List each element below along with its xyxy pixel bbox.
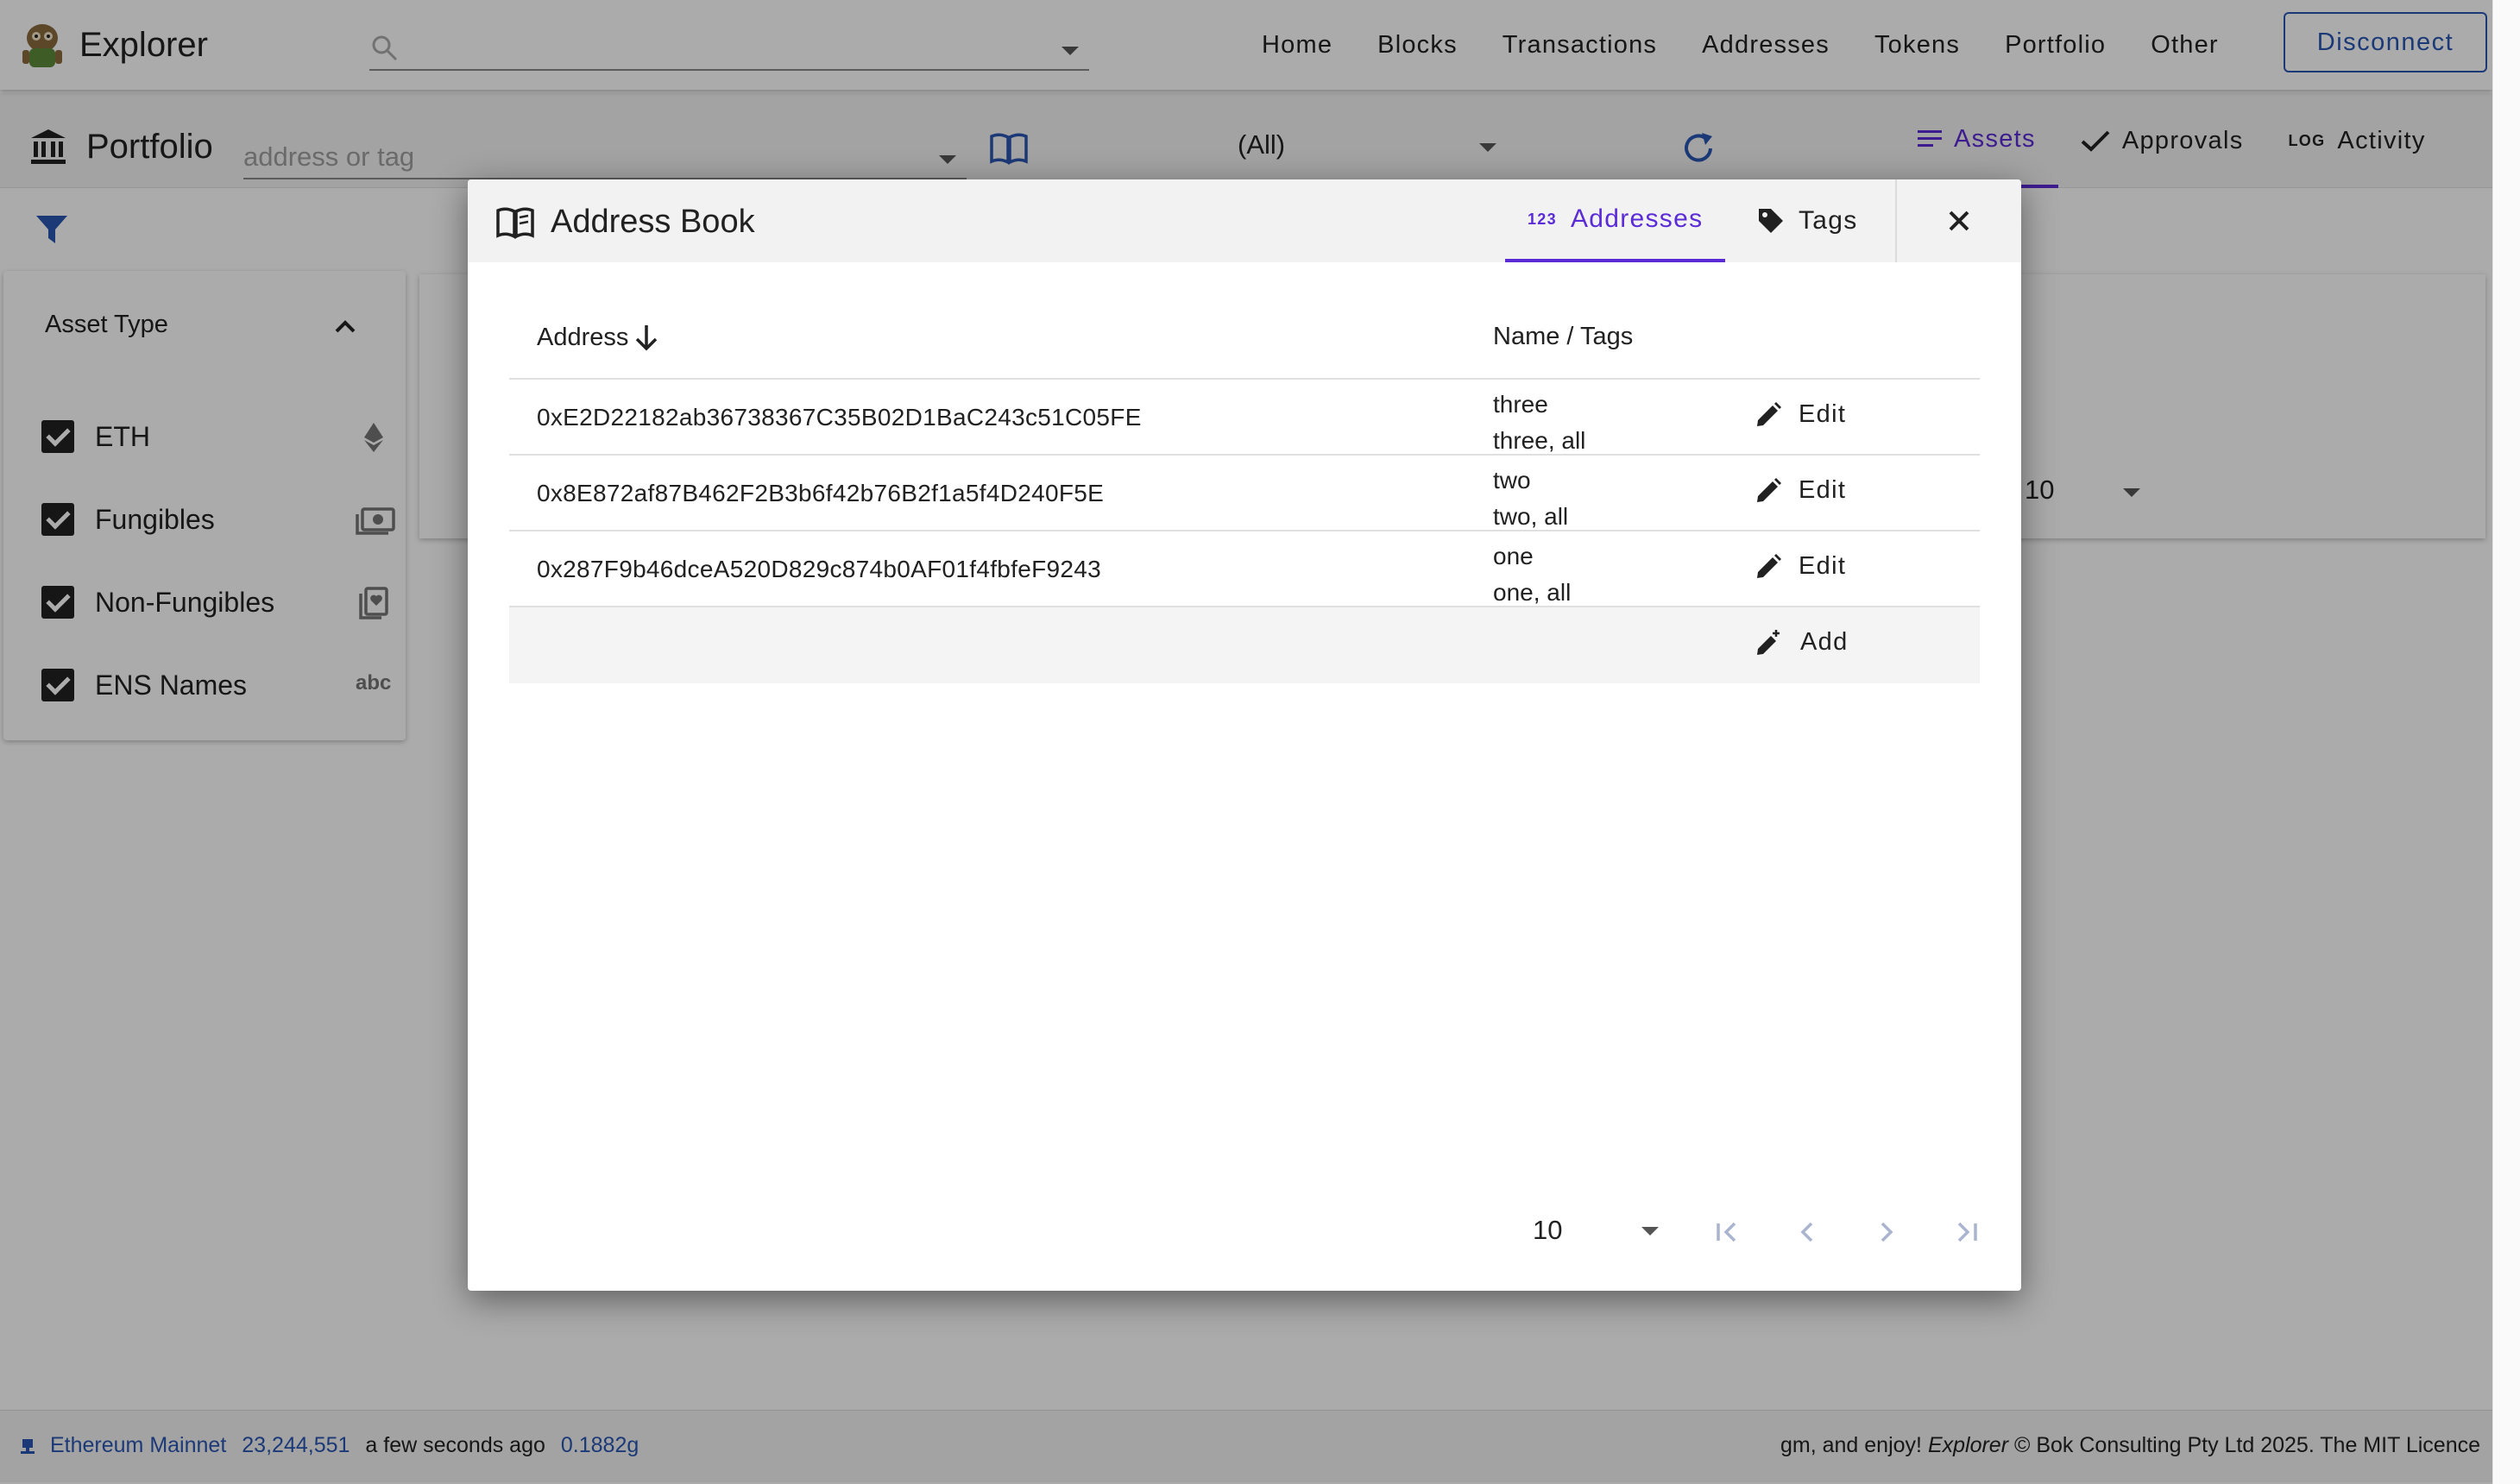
edit-label: Edit: [1799, 476, 1847, 504]
edit-button[interactable]: Edit: [1755, 476, 1846, 505]
entry-tags: two, all: [1493, 503, 1569, 530]
arrow-down-icon: [636, 325, 658, 351]
entry-name: three: [1493, 391, 1548, 418]
tab-tags-label: Tags: [1799, 206, 1858, 235]
entry-tags: three, all: [1493, 427, 1586, 454]
page-scrollbar[interactable]: [2492, 0, 2520, 1484]
name-tags-cell: two two, all: [1493, 462, 1568, 535]
address-book-icon: [496, 207, 534, 239]
tab-addresses-label: Addresses: [1570, 204, 1704, 233]
address-cell[interactable]: 0x287F9b46dceA520D829c874b0AF01f4fbfeF92…: [537, 556, 1101, 583]
name-tags-cell: one one, all: [1493, 538, 1571, 611]
entry-name: two: [1493, 467, 1531, 494]
edit-button[interactable]: Edit: [1755, 552, 1846, 581]
previous-page-icon[interactable]: [1790, 1215, 1824, 1249]
tag-icon: [1759, 209, 1783, 233]
pencil-icon: [1757, 553, 1781, 578]
entry-name: one: [1493, 543, 1534, 569]
dialog-pagination: [1710, 1215, 1983, 1249]
entry-tags: one, all: [1493, 579, 1572, 606]
dialog-title: Address Book: [551, 204, 755, 240]
column-header-address[interactable]: Address: [537, 323, 659, 352]
tab-addresses[interactable]: 123 Addresses: [1505, 179, 1726, 262]
add-label: Add: [1800, 628, 1849, 656]
address-cell[interactable]: 0xE2D22182ab36738367C35B02D1BaC243c51C05…: [537, 404, 1142, 431]
magic-pencil-icon: [1757, 629, 1780, 655]
numbers-icon: 123: [1528, 210, 1557, 228]
table-row: 0x287F9b46dceA520D829c874b0AF01f4fbfeF92…: [509, 531, 1980, 607]
address-cell[interactable]: 0x8E872af87B462F2B3b6f42b76B2f1a5f4D240F…: [537, 480, 1104, 507]
last-page-icon[interactable]: [1949, 1215, 1983, 1249]
tab-tags[interactable]: Tags: [1735, 179, 1881, 262]
column-header-name-tags: Name / Tags: [1493, 323, 1634, 350]
table-row: 0xE2D22182ab36738367C35B02D1BaC243c51C05…: [509, 380, 1980, 456]
add-row: Add: [509, 607, 1980, 683]
edit-label: Edit: [1799, 400, 1847, 428]
chevron-down-icon: [1641, 1227, 1659, 1236]
edit-label: Edit: [1799, 552, 1847, 580]
dialog-header: Address Book 123 Addresses Tags: [468, 179, 2021, 262]
edit-button[interactable]: Edit: [1755, 400, 1846, 429]
next-page-icon[interactable]: [1869, 1215, 1904, 1249]
column-header-label: Address: [537, 323, 629, 351]
address-table: Address Name / Tags 0xE2D22182ab36738367…: [509, 292, 1980, 683]
name-tags-cell: three three, all: [1493, 387, 1585, 459]
dialog-page-size-select[interactable]: 10: [1533, 1215, 1659, 1246]
address-book-dialog: Address Book 123 Addresses Tags Address: [468, 179, 2021, 1291]
table-row: 0x8E872af87B462F2B3b6f42b76B2f1a5f4D240F…: [509, 456, 1980, 531]
header-divider: [1895, 179, 1897, 262]
close-icon[interactable]: [1942, 204, 1976, 238]
first-page-icon[interactable]: [1710, 1215, 1745, 1249]
pencil-icon: [1757, 401, 1781, 426]
pencil-icon: [1757, 477, 1781, 502]
add-button[interactable]: Add: [1755, 628, 1849, 657]
table-header: Address Name / Tags: [509, 292, 1980, 380]
dialog-page-size-value: 10: [1533, 1215, 1563, 1245]
